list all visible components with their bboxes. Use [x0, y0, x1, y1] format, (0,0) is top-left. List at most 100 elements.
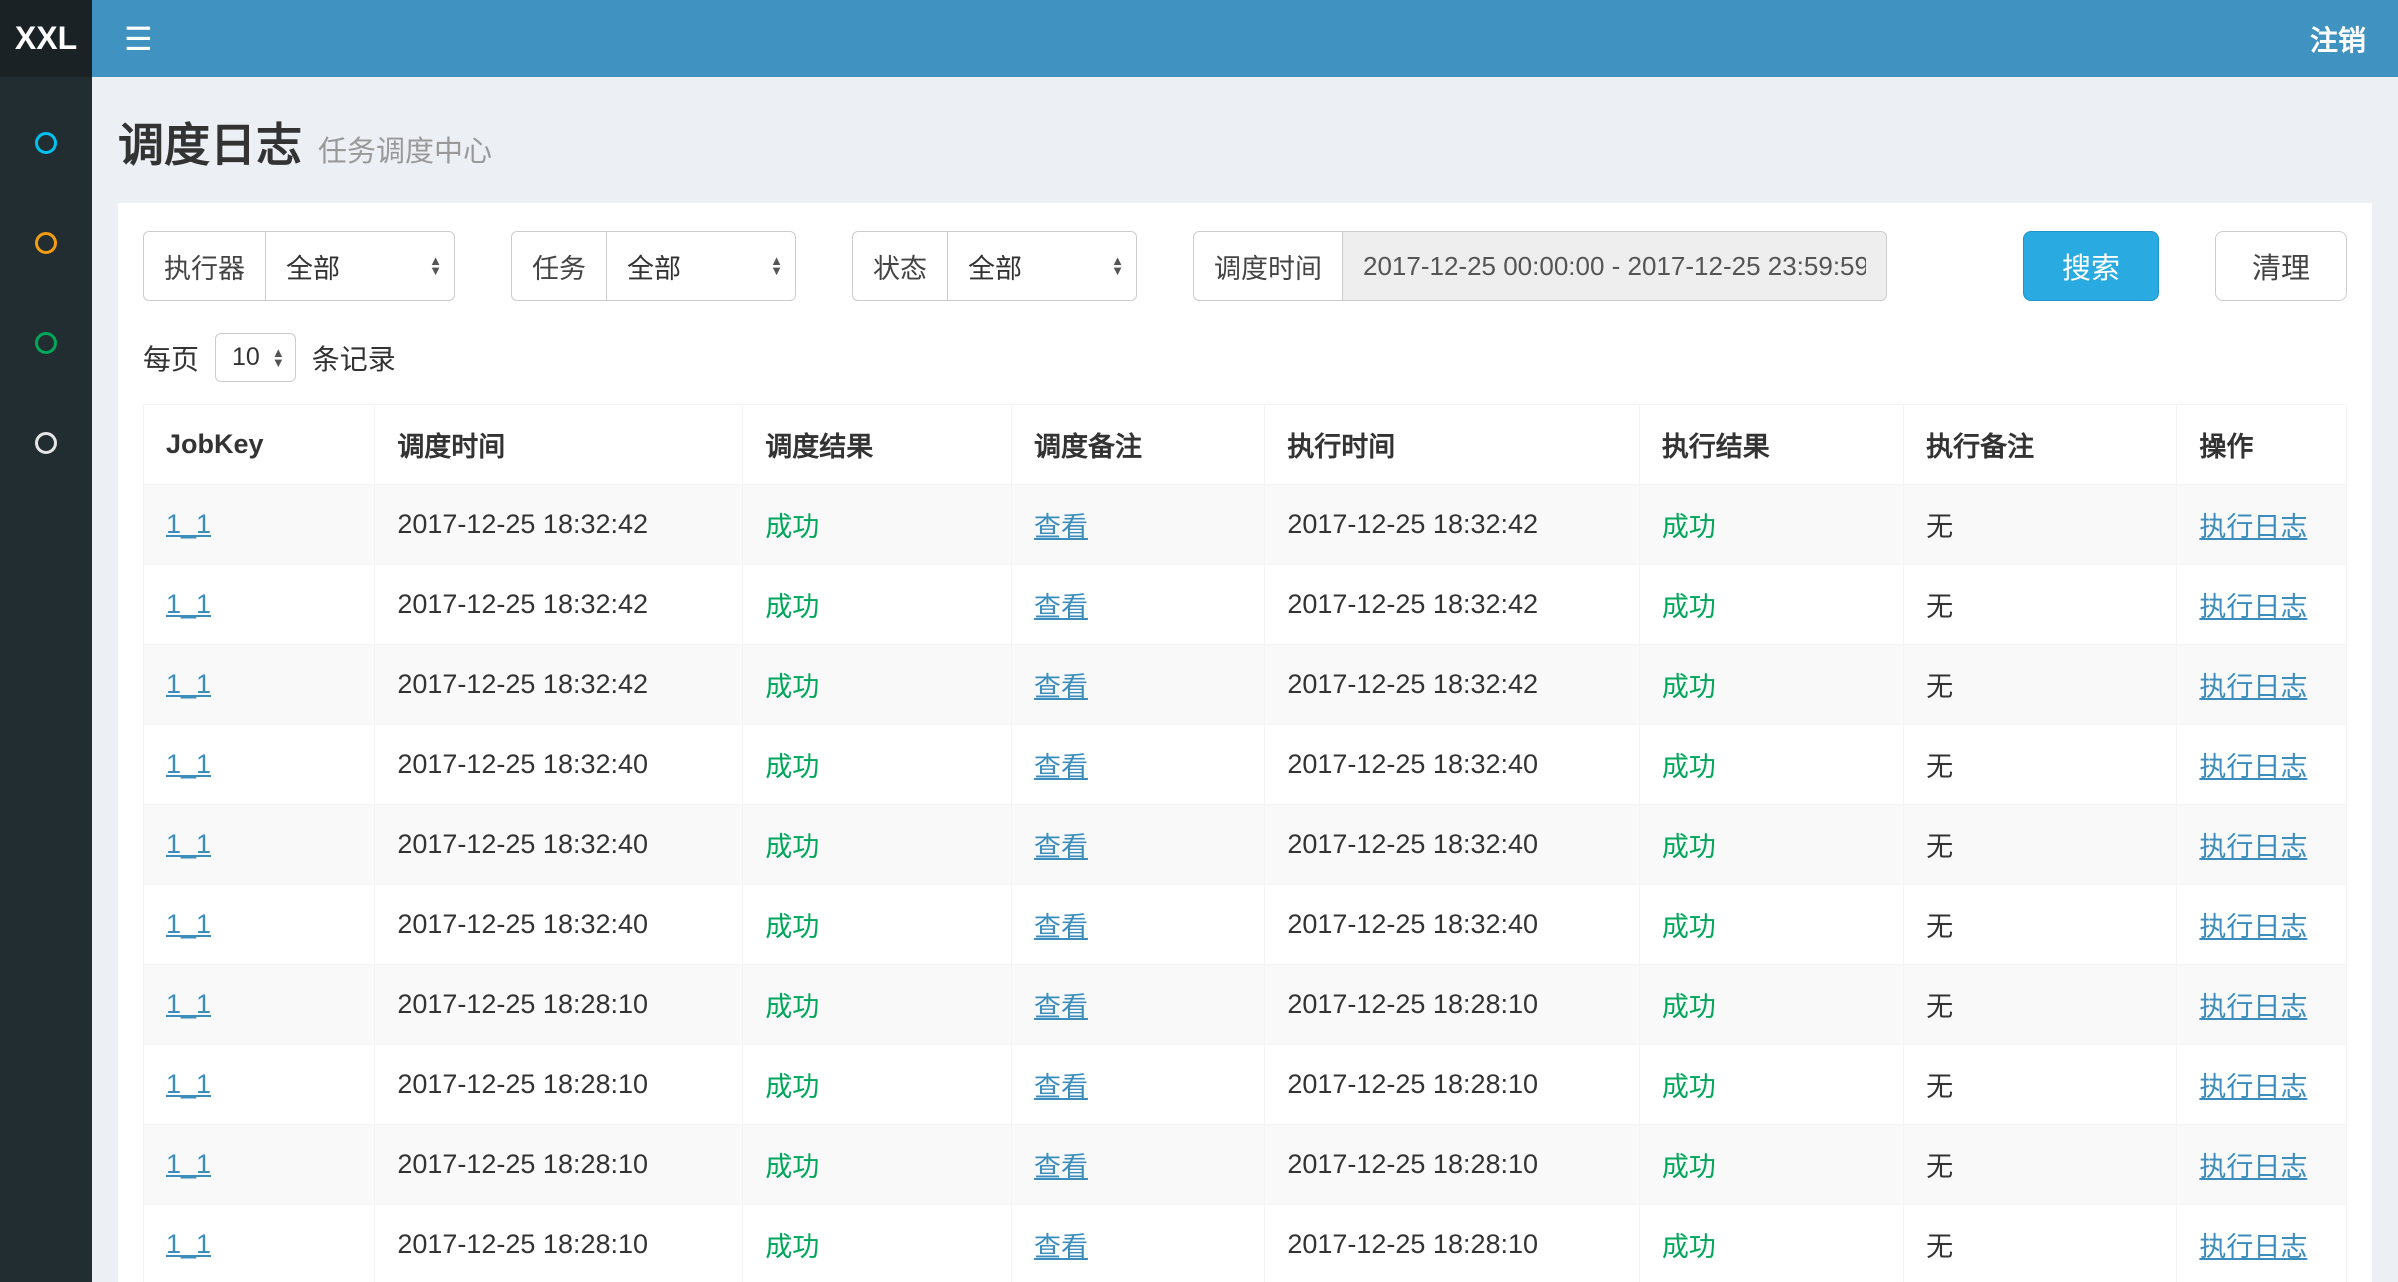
circle-icon [35, 132, 57, 154]
table-row: 1_1 2017-12-25 18:28:10 成功 查看 2017-12-25… [144, 1045, 2347, 1125]
trigger-time-cell: 2017-12-25 18:28:10 [375, 1045, 743, 1125]
trigger-time-cell: 2017-12-25 18:32:40 [375, 725, 743, 805]
page-size-suffix: 条记录 [312, 338, 396, 378]
jobkey-link[interactable]: 1_1 [166, 1149, 211, 1179]
logout-link[interactable]: 注销 [2278, 19, 2398, 59]
executor-filter-label: 执行器 [143, 231, 265, 301]
handle-result-text: 成功 [1662, 912, 1716, 942]
exec-log-link[interactable]: 执行日志 [2199, 912, 2307, 942]
jobkey-link[interactable]: 1_1 [166, 669, 211, 699]
job-filter-label: 任务 [511, 231, 606, 301]
exec-log-link[interactable]: 执行日志 [2199, 992, 2307, 1022]
trigger-result-text: 成功 [765, 592, 819, 622]
sidebar-toggle-menu-icon[interactable]: ☰ [92, 20, 185, 58]
trigger-msg-link[interactable]: 查看 [1034, 832, 1088, 862]
handle-msg-cell: 无 [1904, 565, 2177, 645]
jobkey-link[interactable]: 1_1 [166, 1229, 211, 1259]
handle-msg-cell: 无 [1904, 645, 2177, 725]
exec-log-link[interactable]: 执行日志 [2199, 1072, 2307, 1102]
handle-time-cell: 2017-12-25 18:32:40 [1265, 805, 1640, 885]
handle-result-text: 成功 [1662, 1152, 1716, 1182]
handle-time-cell: 2017-12-25 18:28:10 [1265, 1205, 1640, 1282]
sidebar-item-2[interactable] [0, 193, 92, 293]
handle-msg-cell: 无 [1904, 1045, 2177, 1125]
page-size-select[interactable]: 10 ▲▼ [215, 333, 296, 382]
jobkey-link[interactable]: 1_1 [166, 1069, 211, 1099]
exec-log-link[interactable]: 执行日志 [2199, 672, 2307, 702]
jobkey-link[interactable]: 1_1 [166, 589, 211, 619]
trigger-msg-link[interactable]: 查看 [1034, 672, 1088, 702]
trigger-result-text: 成功 [765, 832, 819, 862]
status-select[interactable]: 全部 ▲▼ [947, 231, 1137, 301]
trigger-time-range-input[interactable] [1342, 231, 1887, 301]
table-header-row: JobKey 调度时间 调度结果 调度备注 执行时间 执行结果 执行备注 操作 [144, 405, 2347, 485]
exec-log-link[interactable]: 执行日志 [2199, 512, 2307, 542]
trigger-time-cell: 2017-12-25 18:28:10 [375, 965, 743, 1045]
trigger-result-text: 成功 [765, 1072, 819, 1102]
arrow-down-icon: ▼ [429, 266, 442, 276]
sidebar [0, 77, 92, 1282]
jobkey-link[interactable]: 1_1 [166, 829, 211, 859]
trigger-msg-link[interactable]: 查看 [1034, 1232, 1088, 1262]
search-button[interactable]: 搜索 [2023, 231, 2159, 301]
page-size-prefix: 每页 [143, 338, 199, 378]
table-row: 1_1 2017-12-25 18:32:40 成功 查看 2017-12-25… [144, 885, 2347, 965]
sidebar-item-3[interactable] [0, 293, 92, 393]
content-header: 调度日志 任务调度中心 [92, 77, 2398, 203]
log-table: JobKey 调度时间 调度结果 调度备注 执行时间 执行结果 执行备注 操作 … [143, 404, 2347, 1282]
trigger-msg-link[interactable]: 查看 [1034, 592, 1088, 622]
trigger-time-cell: 2017-12-25 18:32:40 [375, 885, 743, 965]
filter-toolbar: 执行器 全部 ▲▼ 任务 全部 ▲▼ 状态 全部 [143, 231, 2347, 301]
trigger-msg-link[interactable]: 查看 [1034, 912, 1088, 942]
content-wrapper: 调度日志 任务调度中心 执行器 全部 ▲▼ 任务 全部 ▲▼ [92, 0, 2398, 1282]
trigger-msg-link[interactable]: 查看 [1034, 1152, 1088, 1182]
arrow-down-icon: ▼ [1111, 266, 1124, 276]
handle-result-text: 成功 [1662, 832, 1716, 862]
sidebar-item-1[interactable] [0, 93, 92, 193]
handle-msg-cell: 无 [1904, 965, 2177, 1045]
handle-time-cell: 2017-12-25 18:32:42 [1265, 485, 1640, 565]
col-header-handle-time: 执行时间 [1265, 405, 1640, 485]
handle-msg-cell: 无 [1904, 725, 2177, 805]
circle-icon [35, 432, 57, 454]
filter-spacer [1943, 231, 2023, 301]
trigger-result-text: 成功 [765, 672, 819, 702]
jobkey-link[interactable]: 1_1 [166, 909, 211, 939]
exec-log-link[interactable]: 执行日志 [2199, 592, 2307, 622]
sidebar-item-4[interactable] [0, 393, 92, 493]
jobkey-link[interactable]: 1_1 [166, 509, 211, 539]
log-panel: 执行器 全部 ▲▼ 任务 全部 ▲▼ 状态 全部 [118, 203, 2372, 1282]
arrow-down-icon: ▼ [272, 358, 285, 368]
exec-log-link[interactable]: 执行日志 [2199, 1152, 2307, 1182]
col-header-handle-result: 执行结果 [1639, 405, 1903, 485]
trigger-result-text: 成功 [765, 752, 819, 782]
table-row: 1_1 2017-12-25 18:32:40 成功 查看 2017-12-25… [144, 805, 2347, 885]
col-header-trigger-msg: 调度备注 [1011, 405, 1264, 485]
trigger-msg-link[interactable]: 查看 [1034, 752, 1088, 782]
trigger-msg-link[interactable]: 查看 [1034, 992, 1088, 1022]
handle-result-text: 成功 [1662, 992, 1716, 1022]
executor-select[interactable]: 全部 ▲▼ [265, 231, 455, 301]
select-arrows-icon: ▲▼ [272, 348, 285, 368]
jobkey-link[interactable]: 1_1 [166, 989, 211, 1019]
trigger-time-cell: 2017-12-25 18:28:10 [375, 1205, 743, 1282]
app-logo[interactable]: XXL [0, 0, 92, 77]
exec-log-link[interactable]: 执行日志 [2199, 1232, 2307, 1262]
status-filter-group: 状态 全部 ▲▼ [852, 231, 1137, 301]
handle-msg-cell: 无 [1904, 805, 2177, 885]
arrow-down-icon: ▼ [770, 266, 783, 276]
job-select[interactable]: 全部 ▲▼ [606, 231, 796, 301]
exec-log-link[interactable]: 执行日志 [2199, 752, 2307, 782]
content: 执行器 全部 ▲▼ 任务 全部 ▲▼ 状态 全部 [92, 203, 2398, 1282]
handle-time-cell: 2017-12-25 18:32:42 [1265, 565, 1640, 645]
trigger-msg-link[interactable]: 查看 [1034, 1072, 1088, 1102]
col-header-trigger-result: 调度结果 [743, 405, 1012, 485]
handle-time-cell: 2017-12-25 18:28:10 [1265, 1125, 1640, 1205]
jobkey-link[interactable]: 1_1 [166, 749, 211, 779]
status-select-value: 全部 [968, 247, 1022, 286]
page-subtitle: 任务调度中心 [318, 128, 492, 170]
clear-button[interactable]: 清理 [2215, 231, 2347, 301]
page-title: 调度日志 任务调度中心 [118, 109, 2372, 175]
trigger-msg-link[interactable]: 查看 [1034, 512, 1088, 542]
exec-log-link[interactable]: 执行日志 [2199, 832, 2307, 862]
